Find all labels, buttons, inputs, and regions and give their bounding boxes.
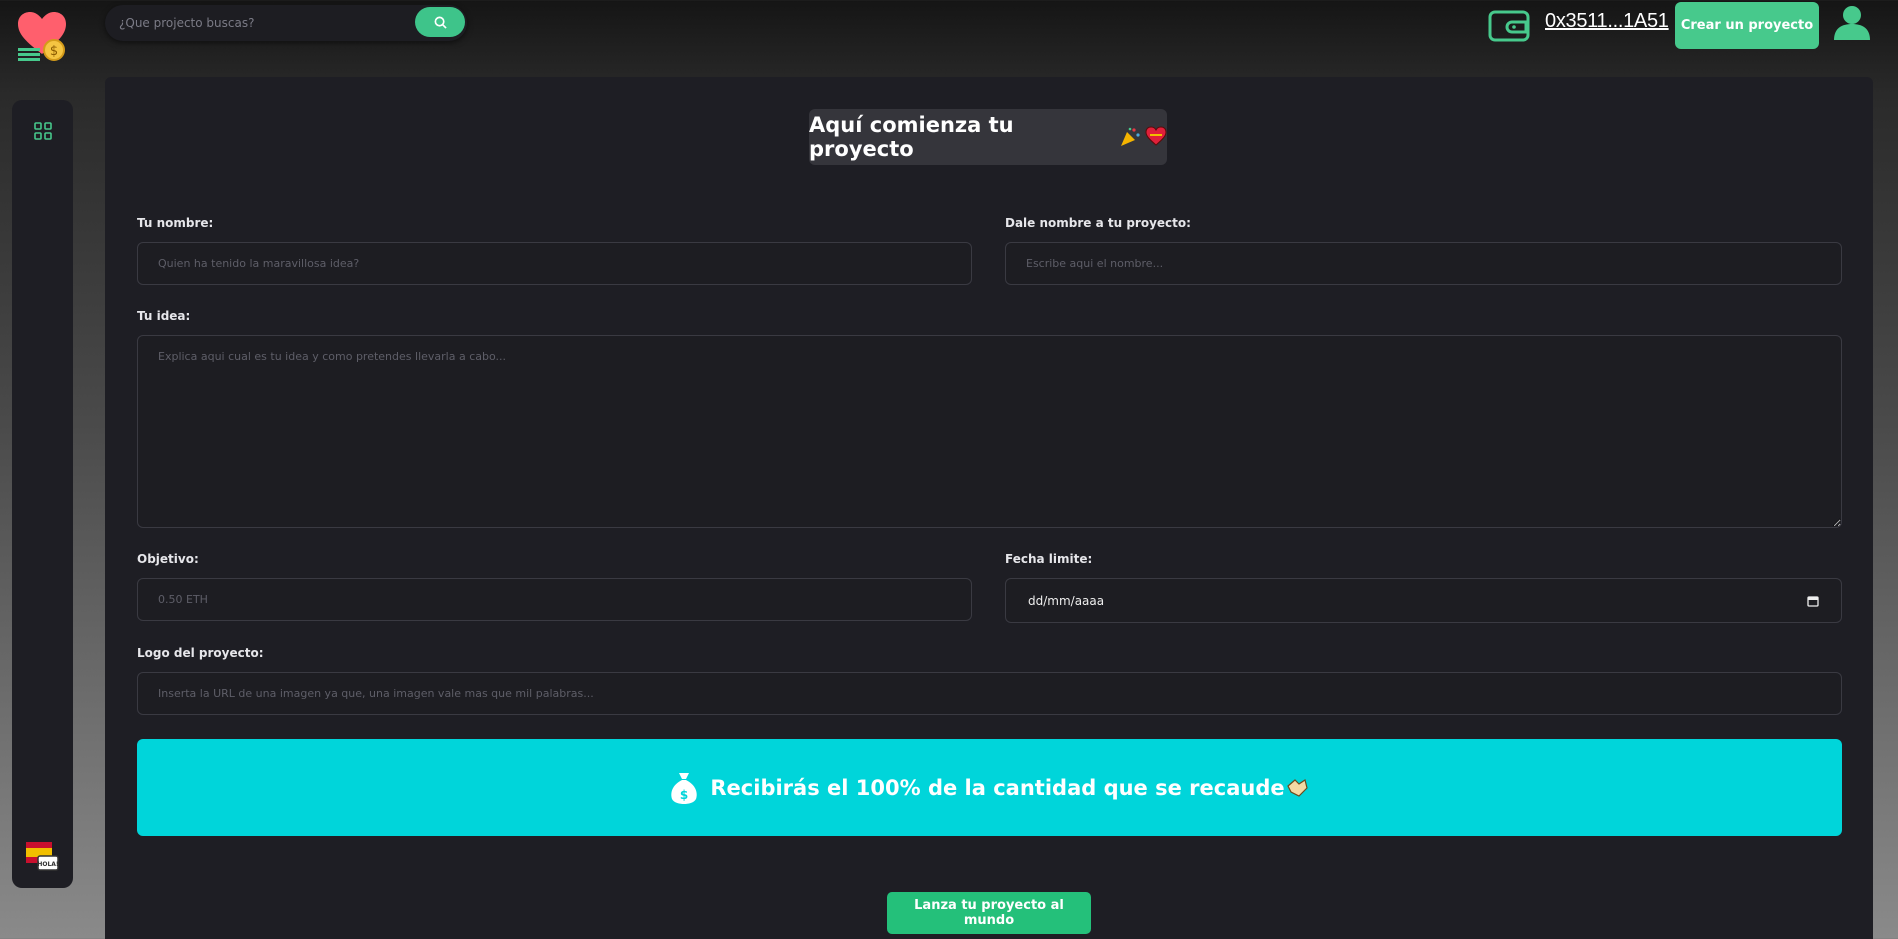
logo-label: Logo del proyecto: bbox=[137, 646, 264, 660]
sidebar: HOLA! bbox=[12, 100, 73, 888]
name-input[interactable] bbox=[137, 242, 972, 285]
page-title-box: Aquí comienza tu proyecto bbox=[809, 109, 1167, 165]
idea-textarea[interactable] bbox=[137, 335, 1842, 528]
create-project-button[interactable]: Crear un proyecto bbox=[1675, 2, 1819, 49]
svg-text:HOLA!: HOLA! bbox=[37, 861, 58, 868]
spanish-language-icon[interactable]: HOLA! bbox=[24, 838, 60, 874]
project-name-input[interactable] bbox=[1005, 242, 1842, 285]
deadline-date-input[interactable]: dd/mm/aaaa bbox=[1005, 578, 1842, 623]
svg-text:$: $ bbox=[680, 788, 688, 802]
money-bag-icon: $ bbox=[671, 772, 698, 804]
project-name-label: Dale nombre a tu proyecto: bbox=[1005, 216, 1191, 230]
deadline-label: Fecha limite: bbox=[1005, 552, 1093, 566]
party-popper-icon bbox=[1121, 127, 1140, 146]
launch-project-button[interactable]: Lanza tu proyecto al mundo bbox=[887, 892, 1091, 934]
search-input[interactable] bbox=[105, 5, 415, 41]
wallet-address-link[interactable]: 0x3511...1A51 bbox=[1545, 10, 1669, 33]
heart-coin-logo-icon[interactable]: $ bbox=[16, 10, 68, 62]
name-label: Tu nombre: bbox=[137, 216, 214, 230]
idea-label: Tu idea: bbox=[137, 309, 191, 323]
search-button[interactable] bbox=[415, 7, 465, 37]
goal-label: Objetivo: bbox=[137, 552, 199, 566]
heart-icon bbox=[1145, 126, 1167, 146]
grid-icon[interactable] bbox=[34, 122, 52, 140]
banner-text: Recibirás el 100% de la cantidad que se … bbox=[710, 775, 1285, 800]
search-icon bbox=[434, 16, 447, 29]
handshake-icon bbox=[1286, 778, 1308, 797]
logo-url-input[interactable] bbox=[137, 672, 1842, 715]
create-project-panel: Aquí comienza tu proyecto Tu nombre: Dal… bbox=[105, 77, 1873, 939]
user-avatar-icon[interactable] bbox=[1832, 2, 1872, 42]
page-title: Aquí comienza tu proyecto bbox=[809, 113, 1014, 161]
info-banner: $ Recibirás el 100% de la cantidad que s… bbox=[137, 739, 1842, 836]
wallet-icon bbox=[1488, 10, 1530, 42]
svg-text:$: $ bbox=[50, 44, 58, 59]
deadline-value: dd/mm/aaaa bbox=[1028, 593, 1105, 608]
search-bar bbox=[105, 5, 467, 41]
calendar-icon[interactable] bbox=[1807, 595, 1819, 607]
goal-input[interactable] bbox=[137, 578, 972, 621]
